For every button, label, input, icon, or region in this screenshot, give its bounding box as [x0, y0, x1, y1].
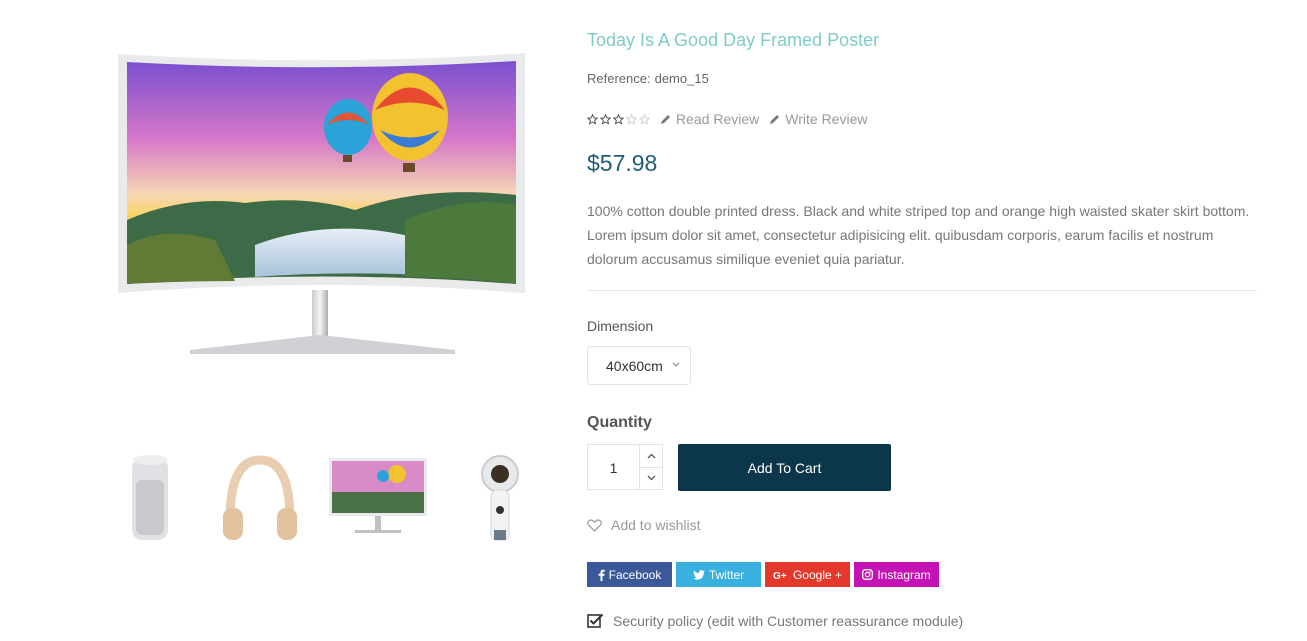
- instagram-share-button[interactable]: Instagram: [854, 562, 939, 587]
- divider: [587, 290, 1257, 291]
- reassurance-text: Security policy (edit with Customer reas…: [613, 613, 964, 629]
- product-price: $57.98: [587, 150, 658, 176]
- dimension-label: Dimension: [587, 318, 654, 334]
- twitter-label: Twitter: [708, 567, 745, 582]
- quantity-input[interactable]: [588, 445, 639, 491]
- quantity-label: Quantity: [587, 414, 652, 431]
- thumbnail-headphones[interactable]: [215, 450, 305, 550]
- chevron-down-icon: [647, 475, 655, 481]
- star-filled-icon: [613, 113, 624, 125]
- thumbnail-monitor[interactable]: [325, 450, 427, 550]
- star-empty-icon: [639, 113, 650, 125]
- google-share-button[interactable]: G+ Google +: [765, 562, 850, 587]
- add-to-cart-button[interactable]: Add To Cart: [678, 444, 891, 491]
- facebook-label: Facebook: [608, 567, 662, 582]
- read-review-label: Read Review: [676, 111, 760, 127]
- thumbnail-360-camera[interactable]: [455, 450, 545, 550]
- google-plus-icon: G+: [773, 571, 787, 580]
- social-share: Facebook Twitter G+ Google + Instagram: [587, 562, 939, 587]
- chevron-up-icon: [647, 453, 655, 459]
- star-empty-icon: [626, 113, 637, 125]
- product-description: 100% cotton double printed dress. Black …: [587, 203, 1250, 267]
- google-label: Google +: [792, 567, 843, 582]
- svg-text:G+: G+: [773, 571, 787, 580]
- twitter-icon: [692, 569, 705, 580]
- product-title: Today Is A Good Day Framed Poster: [587, 30, 880, 50]
- chevron-down-icon: [672, 362, 680, 367]
- wishlist-label: Add to wishlist: [611, 517, 701, 533]
- pencil-icon: [661, 115, 670, 124]
- star-filled-icon: [587, 113, 598, 125]
- quantity-decrease-button[interactable]: [640, 466, 662, 490]
- instagram-icon: [862, 569, 874, 580]
- product-main-image[interactable]: [105, 45, 545, 375]
- pencil-icon: [770, 115, 780, 124]
- dimension-select[interactable]: 40x60cm: [587, 346, 691, 385]
- instagram-label: Instagram: [877, 567, 931, 582]
- quantity-stepper: [587, 444, 663, 491]
- star-filled-icon: [600, 113, 611, 125]
- heart-icon: [587, 518, 602, 532]
- write-review-label: Write Review: [785, 111, 868, 127]
- facebook-share-button[interactable]: Facebook: [587, 562, 672, 587]
- rating-row: Read Review Write Review: [587, 111, 877, 127]
- star-rating: [587, 113, 650, 125]
- facebook-icon: [598, 569, 605, 581]
- write-review-link[interactable]: Write Review: [769, 111, 867, 127]
- dimension-selected-value: 40x60cm: [606, 357, 663, 374]
- read-review-link[interactable]: Read Review: [660, 111, 759, 127]
- reference-value: demo_15: [654, 71, 709, 86]
- twitter-share-button[interactable]: Twitter: [676, 562, 761, 587]
- product-reference: Reference: demo_15: [587, 71, 709, 86]
- quantity-increase-button[interactable]: [640, 445, 662, 467]
- add-to-wishlist-link[interactable]: Add to wishlist: [587, 517, 700, 533]
- checkbox-checked-icon: [587, 613, 604, 628]
- reassurance-item: Security policy (edit with Customer reas…: [587, 613, 963, 629]
- thumbnail-strip: [105, 450, 555, 550]
- thumbnail-speaker[interactable]: [105, 450, 195, 550]
- quantity-buttons: [639, 445, 662, 489]
- reference-label: Reference:: [587, 71, 651, 86]
